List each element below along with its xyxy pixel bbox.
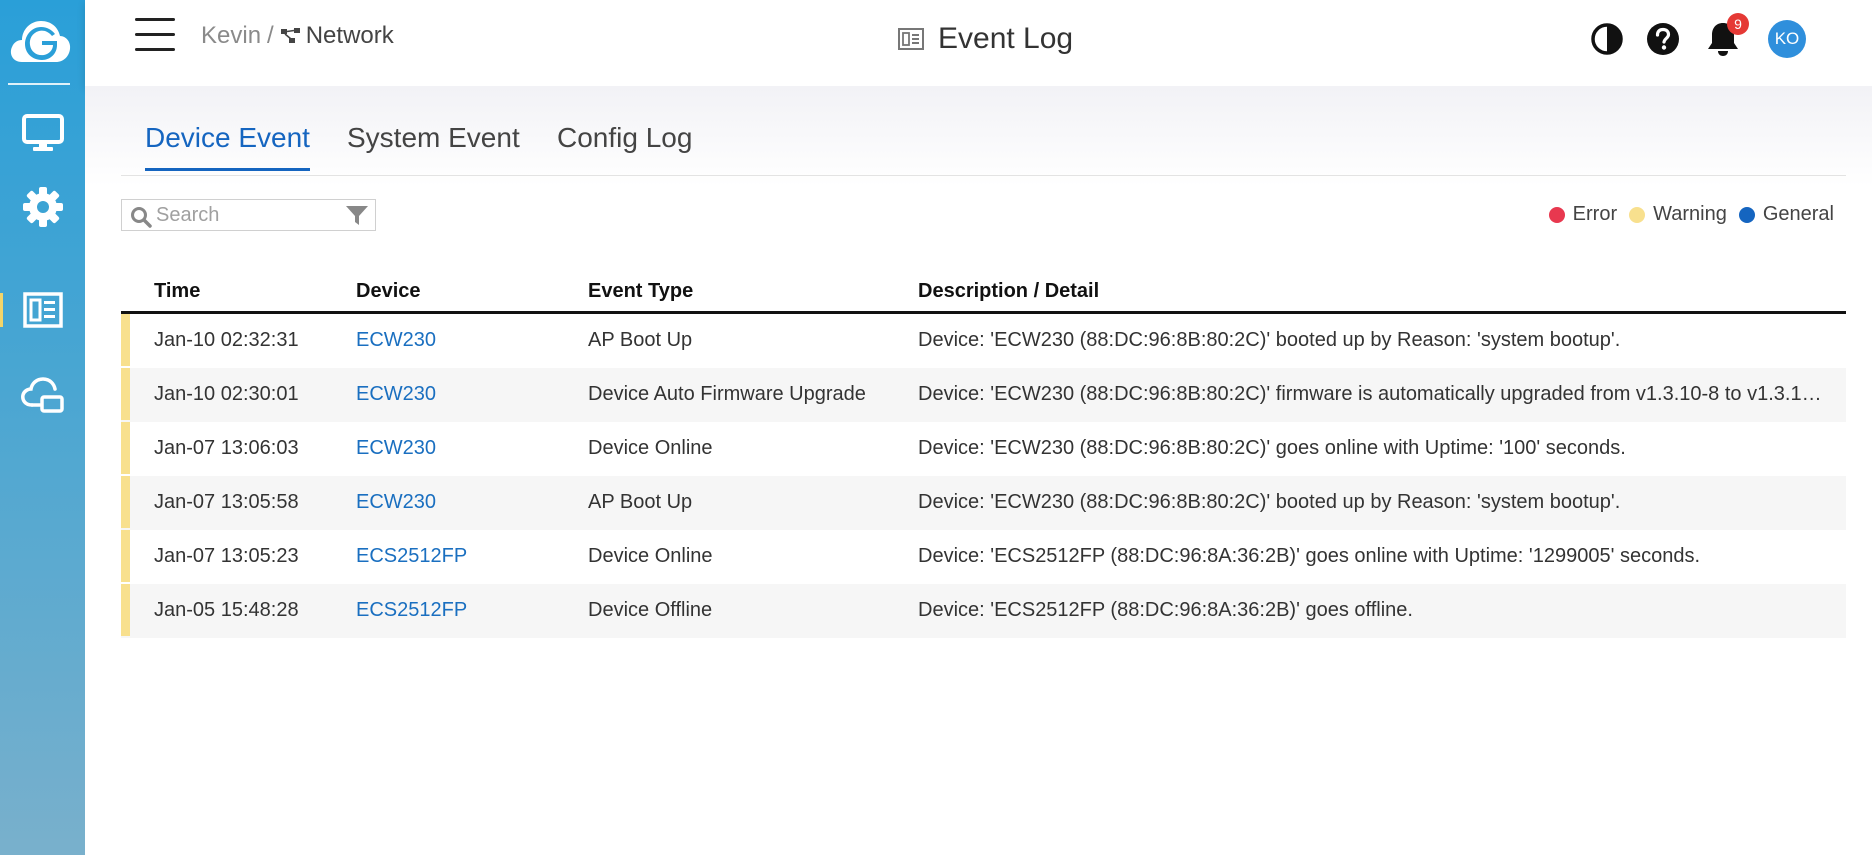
cloud-g-logo[interactable]	[8, 12, 72, 72]
column-header-event-type[interactable]: Event Type	[588, 280, 693, 303]
severity-bar-warning	[121, 314, 130, 366]
sidebar-item-settings[interactable]	[0, 172, 85, 242]
cell-description: Device: 'ECS2512FP (88:DC:96:8A:36:2B)' …	[918, 545, 1701, 567]
contrast-icon	[1591, 23, 1623, 55]
cell-description: Device: 'ECS2512FP (88:DC:96:8A:36:2B)' …	[918, 599, 1413, 621]
cell-time: Jan-10 02:32:31	[154, 329, 299, 351]
cell-device-link[interactable]: ECS2512FP	[356, 545, 467, 568]
theme-contrast-button[interactable]	[1590, 22, 1624, 61]
column-header-time[interactable]: Time	[154, 280, 200, 303]
cell-device-link[interactable]: ECW230	[356, 437, 436, 460]
table-row[interactable]: Jan-07 13:05:58 ECW230 AP Boot Up Device…	[121, 476, 1846, 530]
table-row[interactable]: Jan-10 02:30:01 ECW230 Device Auto Firmw…	[121, 368, 1846, 422]
breadcrumb-current[interactable]: Network	[280, 22, 394, 50]
page-title-text: Event Log	[938, 22, 1074, 55]
cell-event-type: AP Boot Up	[588, 491, 693, 513]
cell-event-type: Device Auto Firmware Upgrade	[588, 383, 866, 405]
table-row[interactable]: Jan-07 13:05:23 ECS2512FP Device Online …	[121, 530, 1846, 584]
severity-bar-warning	[121, 422, 130, 474]
legend-label: General	[1762, 203, 1834, 225]
table-row[interactable]: Jan-07 13:06:03 ECW230 Device Online Dev…	[121, 422, 1846, 476]
legend-item-warning: Warning	[1629, 203, 1727, 226]
severity-bar-warning	[121, 584, 130, 636]
logo-divider	[8, 83, 70, 85]
legend-label: Warning	[1653, 203, 1727, 225]
search-icon	[131, 207, 152, 228]
user-avatar[interactable]: KO	[1768, 20, 1806, 58]
severity-bar-warning	[121, 530, 130, 582]
cell-device-link[interactable]: ECS2512FP	[356, 599, 467, 622]
filter-icon[interactable]	[345, 205, 369, 227]
cell-time: Jan-07 13:06:03	[154, 437, 299, 459]
cell-time: Jan-10 02:30:01	[154, 383, 299, 405]
cloud-devices-icon	[20, 377, 64, 413]
event-table: Time Device Event Type Description / Det…	[121, 271, 1846, 638]
legend-item-general: General	[1738, 203, 1834, 226]
legend-item-error: Error	[1548, 203, 1618, 226]
help-icon	[1647, 23, 1679, 55]
legend-label: Error	[1572, 203, 1618, 225]
breadcrumb-parent[interactable]: Kevin	[201, 22, 261, 50]
event-log-icon	[22, 292, 63, 328]
breadcrumb-separator: /	[267, 22, 274, 49]
search-box	[121, 199, 376, 231]
sidebar	[0, 0, 85, 855]
search-input[interactable]	[156, 203, 336, 227]
cell-description: Device: 'ECW230 (88:DC:96:8B:80:2C)' fir…	[918, 383, 1822, 405]
sidebar-item-event-log[interactable]	[0, 275, 85, 345]
warning-dot	[1629, 206, 1646, 223]
cell-time: Jan-07 13:05:58	[154, 491, 299, 513]
page-title: Event Log	[898, 22, 1073, 56]
table-row[interactable]: Jan-10 02:32:31 ECW230 AP Boot Up Device…	[121, 314, 1846, 368]
help-button[interactable]	[1646, 22, 1680, 61]
general-dot	[1738, 206, 1755, 223]
notification-badge: 9	[1727, 13, 1749, 35]
tab-system-event[interactable]: System Event	[347, 122, 520, 168]
error-dot	[1548, 206, 1565, 223]
cell-time: Jan-07 13:05:23	[154, 545, 299, 567]
monitor-icon	[21, 114, 64, 151]
sidebar-item-cloud[interactable]	[0, 360, 85, 430]
event-tabs: Device Event System Event Config Log	[121, 110, 1846, 176]
table-row[interactable]: Jan-05 15:48:28 ECS2512FP Device Offline…	[121, 584, 1846, 638]
cell-event-type: Device Online	[588, 437, 713, 459]
cell-event-type: Device Online	[588, 545, 713, 567]
network-icon	[280, 28, 300, 43]
cell-description: Device: 'ECW230 (88:DC:96:8B:80:2C)' goe…	[918, 437, 1626, 459]
severity-bar-warning	[121, 368, 130, 420]
hamburger-menu-button[interactable]	[135, 18, 177, 52]
cell-device-link[interactable]: ECW230	[356, 329, 436, 352]
cell-description: Device: 'ECW230 (88:DC:96:8B:80:2C)' boo…	[918, 329, 1621, 351]
cell-device-link[interactable]: ECW230	[356, 491, 436, 514]
cell-event-type: AP Boot Up	[588, 329, 693, 351]
tab-device-event[interactable]: Device Event	[145, 122, 310, 171]
cell-event-type: Device Offline	[588, 599, 713, 621]
table-header: Time Device Event Type Description / Det…	[121, 271, 1846, 314]
sidebar-item-monitor[interactable]	[0, 98, 85, 168]
tab-config-log[interactable]: Config Log	[557, 122, 692, 168]
cell-time: Jan-05 15:48:28	[154, 599, 299, 621]
gear-icon	[22, 187, 63, 227]
severity-legend: Error Warning General	[1537, 203, 1834, 226]
severity-bar-warning	[121, 476, 130, 528]
cell-description: Device: 'ECW230 (88:DC:96:8B:80:2C)' boo…	[918, 491, 1621, 513]
breadcrumb: Kevin / Network	[201, 22, 394, 50]
column-header-device[interactable]: Device	[356, 280, 421, 303]
event-log-title-icon	[898, 28, 924, 50]
column-header-description[interactable]: Description / Detail	[918, 280, 1099, 303]
cell-device-link[interactable]: ECW230	[356, 383, 436, 406]
top-bar: Kevin / Network Event Log 9 KO	[85, 0, 1872, 86]
breadcrumb-current-label: Network	[305, 22, 394, 49]
notifications-button[interactable]: 9	[1705, 13, 1749, 63]
